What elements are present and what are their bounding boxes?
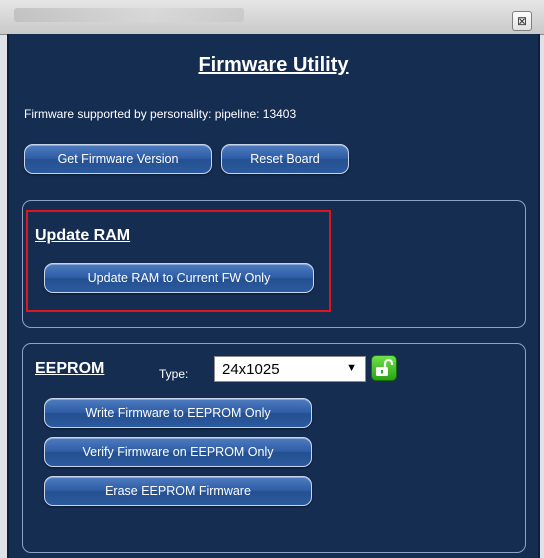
padlock-graphic	[376, 358, 394, 376]
eeprom-title: EEPROM	[35, 360, 105, 377]
support-text: Firmware supported by personality: pipel…	[24, 107, 297, 121]
eeprom-type-value: 24x1025	[222, 361, 280, 378]
title-bar[interactable]: ⊠	[0, 0, 544, 35]
verify-firmware-button[interactable]: Verify Firmware on EEPROM Only	[44, 437, 312, 467]
page-title: Firmware Utility	[198, 54, 349, 76]
write-firmware-button[interactable]: Write Firmware to EEPROM Only	[44, 398, 312, 428]
blurred-window-title	[14, 8, 244, 22]
get-firmware-version-button[interactable]: Get Firmware Version	[24, 144, 212, 174]
eeprom-type-select[interactable]: 24x1025 ▼	[214, 356, 366, 382]
highlight-box	[26, 210, 331, 312]
close-button[interactable]: ⊠	[512, 11, 532, 31]
firmware-utility-window: Firmware Utility Firmware supported by p…	[7, 34, 540, 558]
erase-firmware-button[interactable]: Erase EEPROM Firmware	[44, 476, 312, 506]
type-label: Type:	[159, 367, 189, 381]
chevron-down-icon: ▼	[346, 362, 357, 374]
unlocked-padlock-icon[interactable]	[371, 355, 397, 381]
reset-board-button[interactable]: Reset Board	[221, 144, 349, 174]
